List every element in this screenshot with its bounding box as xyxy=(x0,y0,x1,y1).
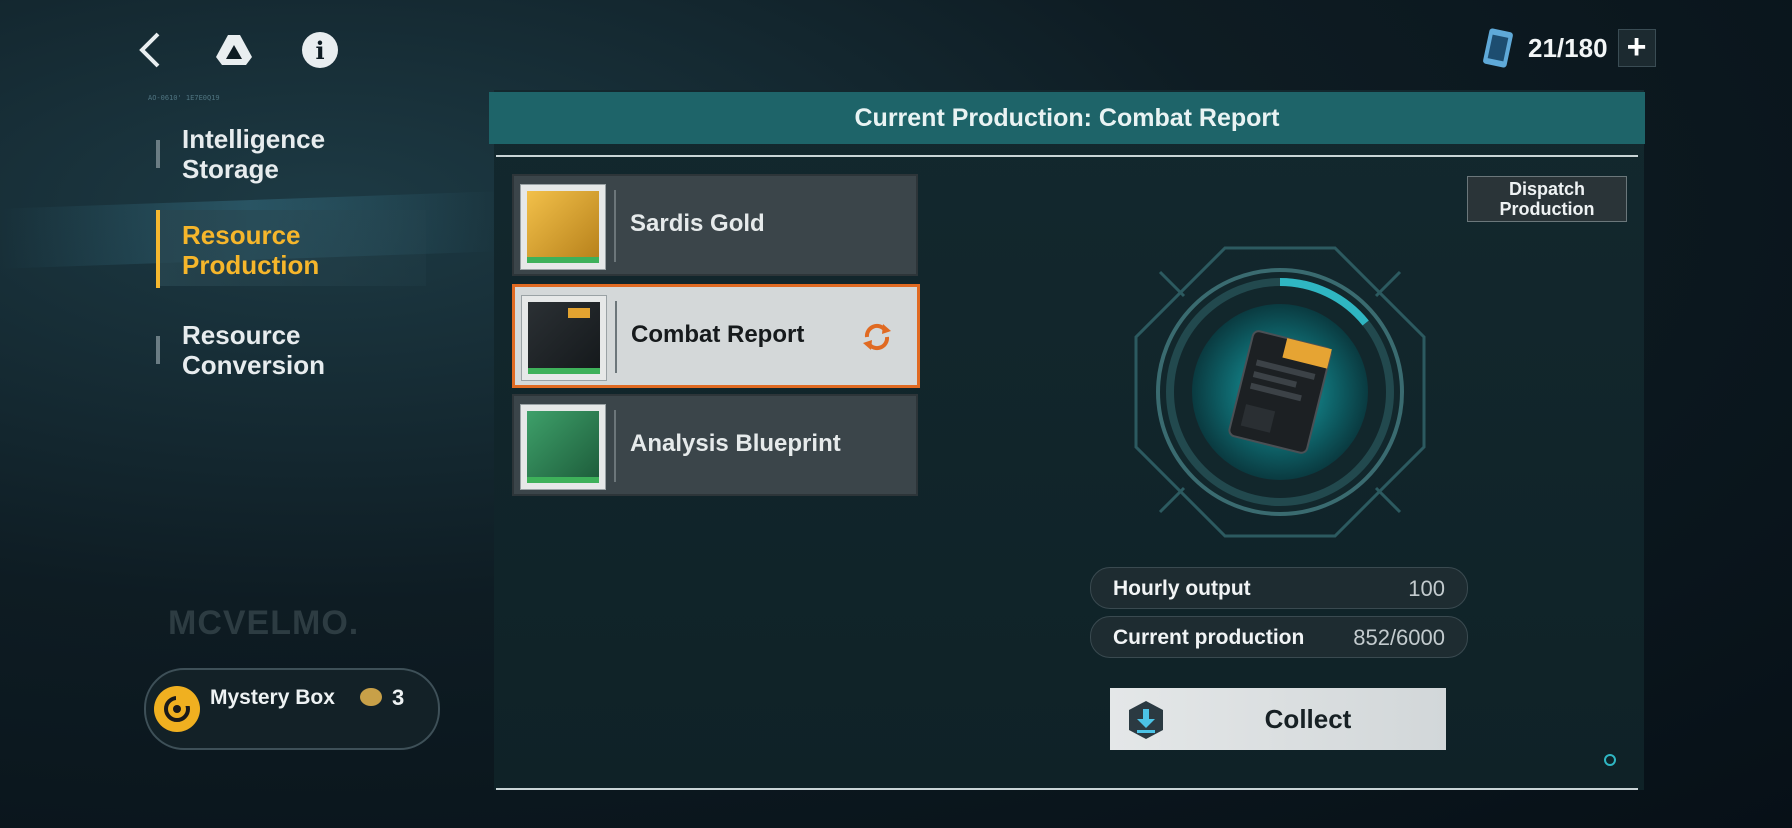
mystery-box-count: 3 xyxy=(392,685,405,710)
battery-cell-icon xyxy=(1483,28,1513,68)
production-item-card[interactable]: Sardis Gold xyxy=(512,174,918,276)
item-thumbnail xyxy=(520,184,606,270)
hourly-output-row: Hourly output 100 xyxy=(1090,567,1468,609)
item-thumbnail xyxy=(521,295,607,381)
sidebar-code-text: AO-0610' 1E7E0Q19 xyxy=(148,94,220,102)
panel-title: Current Production: Combat Report xyxy=(489,92,1645,144)
mystery-box-label: Mystery Box xyxy=(210,686,335,709)
production-item-card-selected[interactable]: Combat Report xyxy=(512,284,920,388)
sidebar-item-label: Resource Conversion xyxy=(182,320,326,380)
drive-button[interactable] xyxy=(212,28,256,72)
divider xyxy=(496,155,1638,157)
refresh-icon xyxy=(863,323,891,351)
mystery-box-button[interactable]: Mystery Box 3 xyxy=(144,668,440,750)
mystery-box-icon xyxy=(154,686,200,732)
info-button[interactable]: i xyxy=(298,28,342,72)
item-label: Analysis Blueprint xyxy=(630,430,841,457)
triangle-logo-icon xyxy=(216,35,252,65)
coin-icon xyxy=(360,688,382,706)
card-divider xyxy=(614,410,616,482)
item-thumbnail xyxy=(520,404,606,490)
info-icon: i xyxy=(302,32,338,68)
add-stamina-button[interactable]: + xyxy=(1617,29,1656,67)
hourly-output-value: 100 xyxy=(1408,576,1445,601)
current-production-value: 852/6000 xyxy=(1353,625,1445,650)
back-button[interactable] xyxy=(128,28,172,72)
sidebar-indicator xyxy=(156,336,160,364)
sidebar-item-label: Resource Production xyxy=(182,220,320,280)
stamina-display: 21/180 + xyxy=(1478,26,1656,70)
sidebar-item-label: Intelligence Storage xyxy=(182,124,326,184)
card-divider xyxy=(615,301,617,373)
production-item-card[interactable]: Analysis Blueprint xyxy=(512,394,918,496)
dispatch-production-button[interactable]: Dispatch Production xyxy=(1467,176,1627,222)
divider xyxy=(496,788,1638,790)
rarity-strip xyxy=(527,477,599,483)
card-divider xyxy=(614,190,616,262)
hourly-output-label: Hourly output xyxy=(1113,577,1251,600)
sidebar-item-resource-conversion[interactable]: Resource Conversion xyxy=(156,314,426,390)
collect-label: Collect xyxy=(1264,704,1352,734)
rarity-strip xyxy=(528,368,600,374)
item-label: Combat Report xyxy=(631,321,805,348)
chevron-left-icon xyxy=(139,32,160,68)
watermark-logo: MCVELMO. xyxy=(168,604,360,642)
sidebar-item-intelligence-storage[interactable]: Intelligence Storage xyxy=(156,118,426,194)
blueprint-icon xyxy=(527,411,599,477)
item-label: Sardis Gold xyxy=(630,210,765,237)
collect-button[interactable]: Collect xyxy=(1110,688,1446,750)
stamina-count: 21/180 xyxy=(1528,32,1608,63)
gold-bar-icon xyxy=(527,191,599,257)
sidebar-indicator xyxy=(156,210,160,288)
current-production-label: Current production xyxy=(1113,626,1305,649)
current-production-row: Current production 852/6000 xyxy=(1090,616,1468,658)
production-dial xyxy=(1134,246,1426,538)
sidebar-item-resource-production[interactable]: Resource Production xyxy=(156,210,426,288)
rarity-strip xyxy=(527,257,599,263)
status-dot-icon xyxy=(1604,754,1616,766)
sidebar-indicator xyxy=(156,140,160,168)
combat-report-icon xyxy=(528,302,600,368)
